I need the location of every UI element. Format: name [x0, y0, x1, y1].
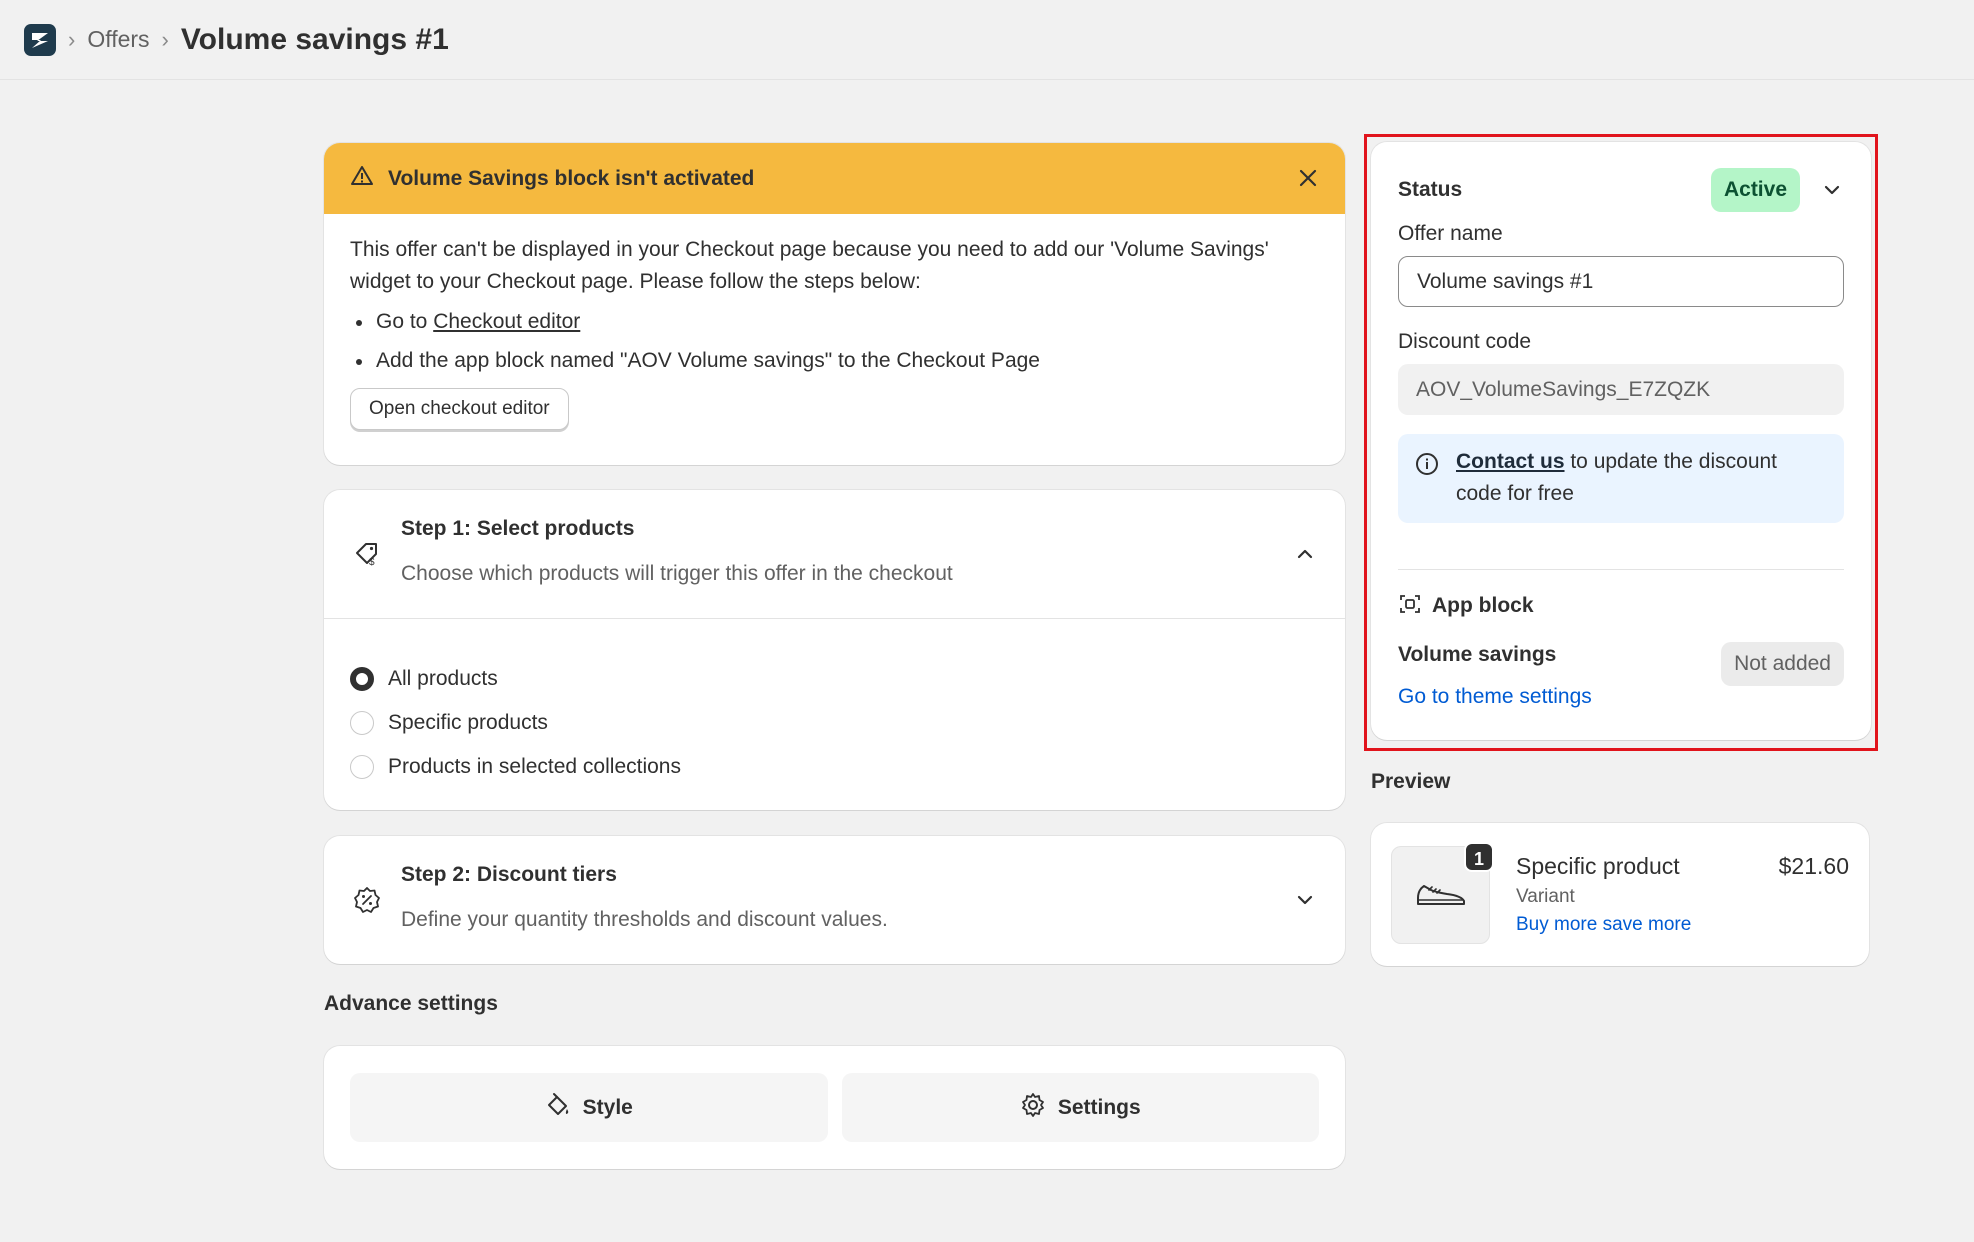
open-checkout-editor-button[interactable]: Open checkout editor — [350, 388, 569, 430]
banner-step-prefix: Go to — [376, 310, 434, 333]
chevron-up-icon[interactable] — [1293, 542, 1317, 566]
style-button-label: Style — [582, 1095, 633, 1119]
app-block-title: App block — [1432, 594, 1534, 617]
paint-brush-icon — [545, 1092, 571, 1124]
style-button[interactable]: Style — [350, 1073, 828, 1142]
gear-icon — [1020, 1092, 1046, 1124]
status-row: Status Active — [1398, 168, 1844, 212]
radio-label: All products — [388, 667, 498, 690]
app-logo-icon[interactable] — [24, 23, 56, 56]
volume-savings-label: Volume savings — [1398, 643, 1557, 666]
advance-settings-card: Style Settings — [324, 1046, 1345, 1169]
step2-title: Step 2: Discount tiers — [401, 863, 617, 886]
banner-header: Volume Savings block isn't activated — [324, 143, 1345, 214]
status-label: Status — [1398, 178, 1463, 201]
status-panel: Status Active Offer name Discount code A… — [1371, 142, 1871, 740]
banner-body: This offer can't be displayed in your Ch… — [324, 214, 1345, 450]
advance-settings-heading: Advance settings — [324, 992, 498, 1015]
discount-code-field: AOV_VolumeSavings_E7ZQZK — [1398, 364, 1844, 415]
radio-label: Products in selected collections — [388, 755, 681, 778]
volume-savings-status-badge: Not added — [1721, 642, 1844, 686]
quantity-badge: 1 — [1464, 842, 1494, 872]
banner-description: This offer can't be displayed in your Ch… — [350, 238, 1269, 293]
step2-card: Step 2: Discount tiers Define your quant… — [324, 836, 1345, 964]
buy-more-save-more-link[interactable]: Buy more save more — [1516, 914, 1691, 936]
product-selection-radios: All products Specific products Products … — [324, 619, 1345, 810]
preview-heading: Preview — [1371, 770, 1451, 793]
discount-code-label: Discount code — [1398, 330, 1532, 353]
activation-warning-banner: Volume Savings block isn't activated Thi… — [324, 143, 1345, 465]
top-bar: › Offers › Volume savings #1 — [0, 0, 1974, 80]
banner-step-item: Add the app block named "AOV Volume savi… — [350, 345, 1319, 377]
radio-selected-collections[interactable]: Products in selected collections — [350, 745, 1319, 789]
chevron-down-icon[interactable] — [1820, 178, 1844, 202]
radio-button[interactable] — [350, 755, 374, 779]
step1-card: $ Step 1: Select products Choose which p… — [324, 490, 1345, 810]
banner-steps: Go to Checkout editor Add the app block … — [350, 306, 1319, 377]
offer-name-label: Offer name — [1398, 222, 1503, 245]
go-to-theme-settings-link[interactable]: Go to theme settings — [1398, 685, 1592, 709]
settings-button[interactable]: Settings — [841, 1073, 1319, 1142]
app-block-icon — [1398, 592, 1422, 621]
status-badge[interactable]: Active — [1710, 168, 1800, 212]
banner-title: Volume Savings block isn't activated — [388, 166, 755, 190]
divider — [1398, 569, 1844, 570]
contact-info-box: Contact us to update the discount code f… — [1398, 434, 1844, 523]
radio-all-products[interactable]: All products — [350, 657, 1319, 701]
info-icon — [1414, 451, 1440, 477]
preview-product-price: $21.60 — [1778, 853, 1849, 879]
radio-button[interactable] — [350, 667, 374, 691]
offer-name-input[interactable] — [1398, 256, 1844, 307]
step2-subtitle: Define your quantity thresholds and disc… — [401, 908, 888, 931]
radio-button[interactable] — [350, 711, 374, 735]
shoe-icon — [1415, 878, 1467, 913]
step1-title: Step 1: Select products — [401, 517, 635, 540]
app-block-header: App block — [1398, 590, 1534, 622]
breadcrumb-offers-link[interactable]: Offers — [87, 26, 149, 53]
preview-card: 1 Specific product $21.60 Variant Buy mo… — [1371, 823, 1869, 966]
product-tag-icon: $ — [352, 539, 382, 569]
page-title: Volume savings #1 — [180, 22, 449, 56]
breadcrumb-separator: › — [68, 26, 76, 52]
radio-label: Specific products — [388, 711, 548, 734]
radio-specific-products[interactable]: Specific products — [350, 701, 1319, 745]
breadcrumb-separator: › — [161, 26, 169, 52]
step1-subtitle: Choose which products will trigger this … — [401, 562, 953, 585]
chevron-down-icon[interactable] — [1293, 888, 1317, 912]
step2-header[interactable]: Step 2: Discount tiers Define your quant… — [324, 836, 1345, 964]
preview-product-name: Specific product — [1516, 853, 1680, 879]
preview-product-variant: Variant — [1516, 886, 1575, 907]
contact-us-link[interactable]: Contact us — [1456, 450, 1565, 473]
banner-step-item: Go to Checkout editor — [350, 306, 1319, 338]
close-icon[interactable] — [1293, 163, 1323, 193]
svg-text:$: $ — [369, 557, 375, 568]
step1-header[interactable]: $ Step 1: Select products Choose which p… — [324, 490, 1345, 618]
warning-icon — [350, 164, 374, 193]
settings-button-label: Settings — [1057, 1095, 1141, 1119]
discount-icon — [352, 885, 382, 915]
checkout-editor-link[interactable]: Checkout editor — [433, 310, 580, 333]
